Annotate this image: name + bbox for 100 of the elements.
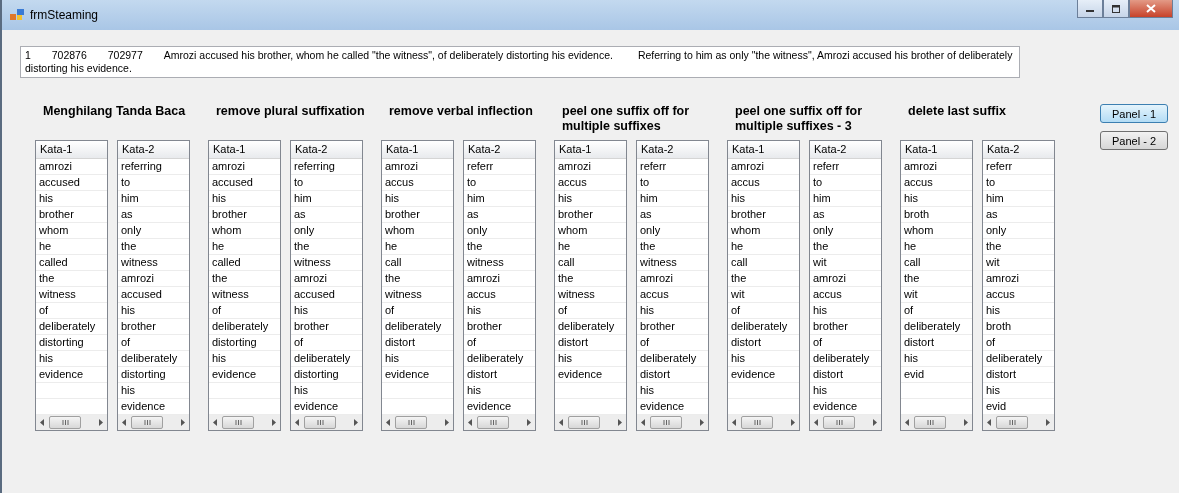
word-row[interactable]: distort: [810, 367, 881, 383]
right-arrow-icon[interactable]: [699, 419, 704, 426]
word-row[interactable]: distorting: [118, 367, 189, 383]
word-row[interactable]: his: [382, 191, 453, 207]
word-list[interactable]: Kata-1 amrozi accus his brother whom he call the wit of deliberately distort his evidence: [727, 140, 800, 431]
word-row[interactable]: distort: [382, 335, 453, 351]
word-row[interactable]: distort: [901, 335, 972, 351]
word-row[interactable]: amrozi: [983, 271, 1054, 287]
word-row[interactable]: whom: [209, 223, 280, 239]
word-list[interactable]: Kata-2 referring to him as only the witness amrozi accused his brother of deliberately distorting his evidence: [117, 140, 190, 431]
right-arrow-icon[interactable]: [1045, 419, 1050, 426]
word-row[interactable]: only: [983, 223, 1054, 239]
word-row[interactable]: of: [464, 335, 535, 351]
horizontal-scrollbar[interactable]: [810, 415, 881, 430]
word-list[interactable]: Kata-1 amrozi accused his brother whom he called the witness of deliberately distorting his evidence: [208, 140, 281, 431]
word-row[interactable]: of: [983, 335, 1054, 351]
word-list[interactable]: Kata-2 referr to him as only the wit amrozi accus his brother of deliberately distort his evidence: [809, 140, 882, 431]
word-row[interactable]: whom: [901, 223, 972, 239]
word-row[interactable]: of: [637, 335, 708, 351]
word-row[interactable]: him: [118, 191, 189, 207]
word-row[interactable]: referr: [464, 159, 535, 175]
column-header[interactable]: Kata-2: [464, 141, 535, 159]
word-row[interactable]: distorting: [36, 335, 107, 351]
word-row[interactable]: wit: [728, 287, 799, 303]
word-row[interactable]: distort: [983, 367, 1054, 383]
word-row[interactable]: his: [464, 383, 535, 399]
word-row[interactable]: brother: [118, 319, 189, 335]
word-row[interactable]: of: [555, 303, 626, 319]
word-row[interactable]: his: [291, 303, 362, 319]
word-list[interactable]: Kata-1 amrozi accus his brother whom he call the witness of deliberately distort his evidence: [381, 140, 454, 431]
left-arrow-icon[interactable]: [559, 419, 564, 426]
word-row[interactable]: of: [209, 303, 280, 319]
word-row[interactable]: him: [464, 191, 535, 207]
word-row[interactable]: called: [36, 255, 107, 271]
word-row[interactable]: witness: [464, 255, 535, 271]
word-row[interactable]: witness: [118, 255, 189, 271]
word-row[interactable]: he: [728, 239, 799, 255]
word-row[interactable]: evidence: [555, 367, 626, 383]
word-row[interactable]: of: [901, 303, 972, 319]
word-row[interactable]: evidence: [382, 367, 453, 383]
word-row[interactable]: his: [464, 303, 535, 319]
word-row[interactable]: his: [810, 383, 881, 399]
word-row[interactable]: the: [637, 239, 708, 255]
word-row[interactable]: his: [36, 351, 107, 367]
scroll-thumb[interactable]: [914, 416, 946, 429]
word-row[interactable]: deliberately: [118, 351, 189, 367]
horizontal-scrollbar[interactable]: [637, 415, 708, 430]
word-row[interactable]: him: [291, 191, 362, 207]
word-row[interactable]: accus: [810, 287, 881, 303]
word-row[interactable]: referr: [983, 159, 1054, 175]
word-row[interactable]: amrozi: [36, 159, 107, 175]
word-row[interactable]: accused: [291, 287, 362, 303]
word-row[interactable]: brother: [464, 319, 535, 335]
word-row[interactable]: his: [291, 383, 362, 399]
word-row[interactable]: wit: [810, 255, 881, 271]
word-row[interactable]: his: [118, 303, 189, 319]
word-row[interactable]: as: [637, 207, 708, 223]
word-row[interactable]: deliberately: [637, 351, 708, 367]
horizontal-scrollbar[interactable]: [555, 415, 626, 430]
horizontal-scrollbar[interactable]: [983, 415, 1054, 430]
word-row[interactable]: accused: [36, 175, 107, 191]
word-row[interactable]: brother: [382, 207, 453, 223]
word-row[interactable]: broth: [901, 207, 972, 223]
column-header[interactable]: Kata-1: [728, 141, 799, 159]
word-row[interactable]: accus: [464, 287, 535, 303]
word-row[interactable]: to: [810, 175, 881, 191]
word-row[interactable]: referring: [118, 159, 189, 175]
word-row[interactable]: distort: [464, 367, 535, 383]
word-row[interactable]: accus: [983, 287, 1054, 303]
word-row[interactable]: deliberately: [728, 319, 799, 335]
word-row[interactable]: witness: [555, 287, 626, 303]
word-row[interactable]: his: [637, 303, 708, 319]
word-row[interactable]: whom: [382, 223, 453, 239]
column-header[interactable]: Kata-2: [291, 141, 362, 159]
word-row[interactable]: deliberately: [555, 319, 626, 335]
word-row[interactable]: deliberately: [382, 319, 453, 335]
word-row[interactable]: accused: [209, 175, 280, 191]
left-arrow-icon[interactable]: [295, 419, 300, 426]
right-arrow-icon[interactable]: [617, 419, 622, 426]
word-row[interactable]: deliberately: [36, 319, 107, 335]
word-row[interactable]: his: [555, 351, 626, 367]
word-row[interactable]: his: [901, 351, 972, 367]
scroll-thumb[interactable]: [131, 416, 163, 429]
word-row[interactable]: amrozi: [728, 159, 799, 175]
word-row[interactable]: of: [36, 303, 107, 319]
word-row[interactable]: accus: [637, 287, 708, 303]
word-row[interactable]: to: [637, 175, 708, 191]
scroll-thumb[interactable]: [395, 416, 427, 429]
word-row[interactable]: evid: [901, 367, 972, 383]
word-row[interactable]: his: [209, 191, 280, 207]
word-row[interactable]: amrozi: [901, 159, 972, 175]
word-row[interactable]: deliberately: [901, 319, 972, 335]
word-row[interactable]: amrozi: [464, 271, 535, 287]
word-row[interactable]: wit: [983, 255, 1054, 271]
word-list[interactable]: Kata-2 referring to him as only the witness amrozi accused his brother of deliberately distorting his evidence: [290, 140, 363, 431]
sentence-text-box[interactable]: 1 702876 702977 Amrozi accused his brother, whom he called "the witness", of deliberately distorting his evidence. Referring to him as only "the witness", Amrozi accused his brother of deliberately distorting his evidence.: [20, 46, 1020, 78]
word-row[interactable]: his: [555, 191, 626, 207]
word-row[interactable]: him: [810, 191, 881, 207]
word-row[interactable]: his: [118, 383, 189, 399]
word-row[interactable]: his: [983, 303, 1054, 319]
